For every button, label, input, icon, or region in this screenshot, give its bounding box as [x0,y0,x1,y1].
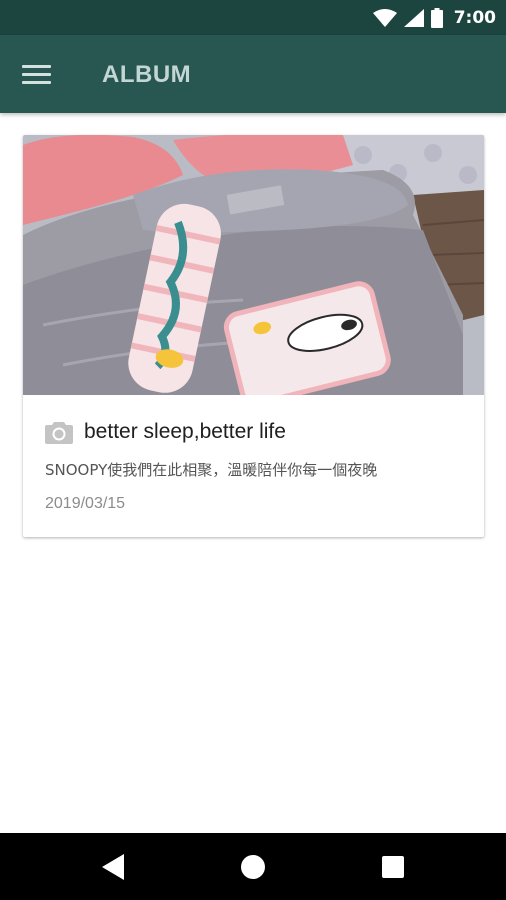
back-button[interactable] [96,850,130,884]
recents-icon [382,856,404,878]
status-bar: 7:00 [0,0,506,35]
home-button[interactable] [236,850,270,884]
status-icons: 7:00 [372,0,496,35]
camera-icon [45,422,73,444]
wifi-icon [372,8,397,27]
album-card[interactable]: better sleep,better life SNOOPY使我們在此相聚，溫… [23,135,484,537]
navigation-bar [0,833,506,900]
home-icon [241,855,265,879]
status-time: 7:00 [453,7,496,28]
back-icon [102,854,124,880]
menu-button[interactable] [22,57,58,91]
page-title: ALBUM [102,61,192,88]
album-photo[interactable] [23,135,484,395]
battery-icon [430,7,443,28]
hamburger-menu-icon-bar [22,72,51,76]
recents-button[interactable] [376,850,410,884]
card-title-row: better sleep,better life [45,418,286,446]
card-title: better sleep,better life [84,420,286,443]
card-date: 2019/03/15 [45,495,126,512]
card-description: SNOOPY使我們在此相聚，溫暖陪伴你每一個夜晚 [45,461,378,479]
signal-icon [403,8,424,27]
hamburger-menu-icon-bar [22,80,51,84]
app-bar: ALBUM [0,35,506,113]
hamburger-menu-icon [22,64,51,68]
